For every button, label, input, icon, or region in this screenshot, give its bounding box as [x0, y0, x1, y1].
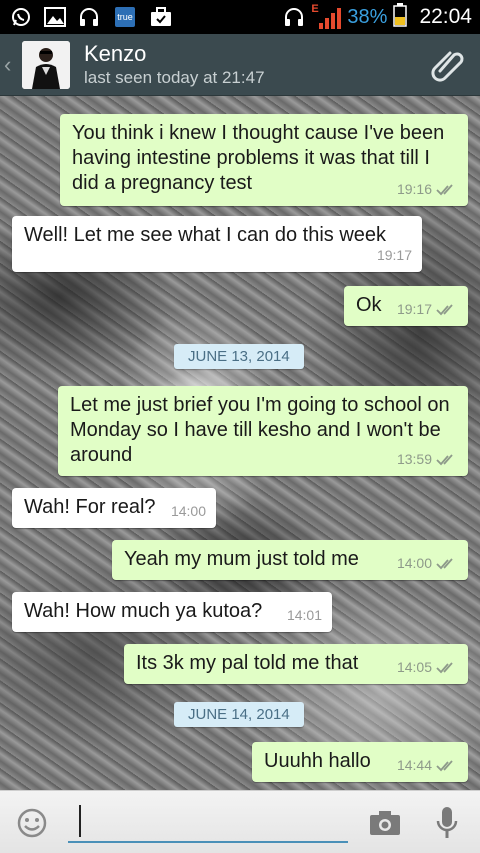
message-time: 14:00	[396, 555, 432, 571]
message-meta: 13:59	[397, 447, 458, 472]
message-text: Yeah my mum just told me	[124, 548, 359, 570]
battery-percent: 38%	[347, 5, 388, 28]
message-meta: 14:44	[397, 753, 458, 778]
message-meta: 14:00	[397, 551, 458, 576]
message-time: 13:59	[396, 451, 432, 467]
camera-button[interactable]	[368, 809, 402, 837]
last-seen-status: last seen today at 21:47	[84, 67, 265, 87]
microphone-button[interactable]	[434, 805, 460, 841]
smiley-icon	[17, 808, 47, 838]
signal-icon: E	[311, 3, 342, 29]
read-ticks-icon	[436, 183, 453, 195]
message-meta: 19:17	[377, 243, 412, 268]
message-time: 14:01	[286, 607, 322, 623]
read-ticks-icon	[436, 557, 453, 569]
read-ticks-icon	[436, 453, 453, 465]
whatsapp-icon	[10, 6, 32, 28]
true-app-label: true	[115, 7, 135, 27]
message-meta: 19:16	[397, 177, 458, 202]
message-text: Wah! How much ya kutoa?	[24, 600, 263, 622]
message-time: 14:00	[170, 503, 206, 519]
message-meta: 14:01	[287, 603, 322, 628]
microphone-icon	[436, 807, 458, 838]
true-app-icon: true	[112, 6, 138, 28]
message-text: Uuuhh hallo	[264, 750, 371, 772]
incoming-message[interactable]: Wah! For real? 14:00	[12, 488, 216, 528]
camera-icon	[370, 811, 400, 835]
network-type-label: E	[311, 3, 319, 15]
date-divider: JUNE 14, 2014	[174, 702, 304, 727]
read-ticks-icon	[436, 303, 453, 315]
message-time: 19:17	[376, 247, 412, 263]
read-ticks-icon	[436, 661, 453, 673]
message-meta: 14:05	[397, 655, 458, 680]
emoji-button[interactable]	[16, 807, 48, 839]
message-text: Its 3k my pal told me that	[136, 652, 359, 674]
message-text: Ok	[356, 294, 382, 316]
contact-name: Kenzo	[84, 40, 147, 66]
date-divider: JUNE 13, 2014	[174, 344, 304, 369]
outgoing-message[interactable]: Ok 19:17	[344, 286, 468, 326]
message-meta: 14:00	[171, 499, 206, 524]
message-text: Wah! For real?	[24, 496, 156, 518]
paperclip-icon	[431, 51, 464, 82]
back-chevron-icon[interactable]: ‹	[4, 52, 16, 78]
briefcase-icon	[150, 6, 172, 28]
contact-info[interactable]: Kenzo last seen today at 21:47	[84, 41, 265, 89]
message-text: Let me just brief you I'm going to schoo…	[70, 394, 450, 466]
outgoing-message[interactable]: Yeah my mum just told me 14:00	[112, 540, 468, 580]
message-time: 14:05	[396, 659, 432, 675]
image-icon	[44, 6, 66, 28]
outgoing-message[interactable]: Let me just brief you I'm going to schoo…	[58, 386, 468, 476]
message-input[interactable]	[68, 799, 348, 843]
message-text: Well! Let me see what I can do this week	[24, 224, 387, 246]
message-time: 19:17	[396, 301, 432, 317]
headset-icon	[283, 6, 305, 28]
read-ticks-icon	[436, 759, 453, 771]
text-cursor	[79, 805, 81, 837]
message-time: 14:44	[396, 757, 432, 773]
outgoing-message[interactable]: Uuuhh hallo 14:44	[252, 742, 468, 782]
status-bar: true E 38% 22:04	[0, 0, 480, 34]
headphones-icon	[78, 6, 100, 28]
battery-icon	[393, 2, 408, 32]
incoming-message[interactable]: Wah! How much ya kutoa? 14:01	[12, 592, 332, 632]
message-time: 19:16	[396, 181, 432, 197]
clock: 22:04	[419, 5, 472, 28]
message-list[interactable]: You think i knew I thought cause I've be…	[0, 96, 480, 790]
chat-header: ‹ Kenzo last seen today at 21:47	[0, 34, 480, 96]
message-text: You think i knew I thought cause I've be…	[72, 122, 445, 194]
message-meta: 19:17	[397, 297, 458, 322]
incoming-message[interactable]: Well! Let me see what I can do this week…	[12, 216, 422, 272]
outgoing-message[interactable]: You think i knew I thought cause I've be…	[60, 114, 468, 206]
attach-button[interactable]	[430, 47, 466, 83]
outgoing-message[interactable]: Its 3k my pal told me that 14:05	[124, 644, 468, 684]
compose-bar	[0, 790, 480, 853]
avatar[interactable]	[22, 40, 70, 89]
